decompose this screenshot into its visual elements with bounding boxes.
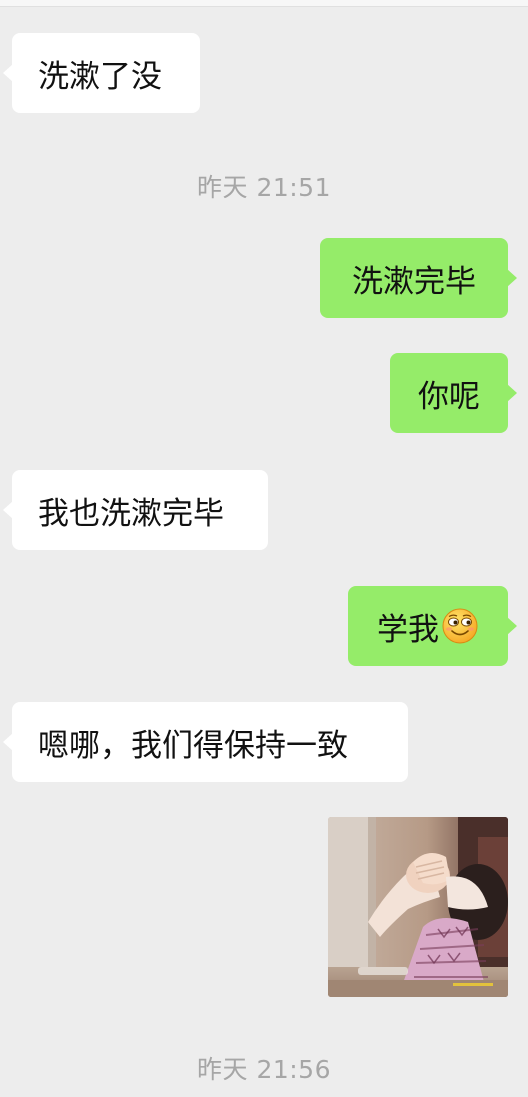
- message-outgoing-3[interactable]: 学我: [348, 586, 517, 666]
- timestamp-2: 昨天 21:56: [197, 1055, 331, 1084]
- timestamp-1: 昨天 21:51: [197, 173, 331, 202]
- message-text: 嗯哪，我们得保持一致: [38, 727, 348, 764]
- message-incoming-1[interactable]: 洗漱了没: [3, 33, 200, 113]
- message-outgoing-2[interactable]: 你呢: [390, 353, 517, 433]
- message-text: 我也洗漱完毕: [38, 495, 224, 532]
- message-incoming-3[interactable]: 嗯哪，我们得保持一致: [3, 702, 408, 782]
- message-text: 洗漱完毕: [352, 263, 476, 300]
- image-message[interactable]: [328, 817, 508, 997]
- message-text: 学我: [377, 611, 439, 648]
- message-incoming-2[interactable]: 我也洗漱完毕: [3, 470, 268, 550]
- top-divider: [0, 0, 528, 7]
- message-outgoing-1[interactable]: 洗漱完毕: [320, 238, 517, 318]
- message-text: 你呢: [418, 378, 480, 415]
- message-text: 洗漱了没: [38, 58, 162, 95]
- smirk-emoji-icon: [441, 607, 479, 645]
- child-covering-face-photo: [328, 817, 508, 997]
